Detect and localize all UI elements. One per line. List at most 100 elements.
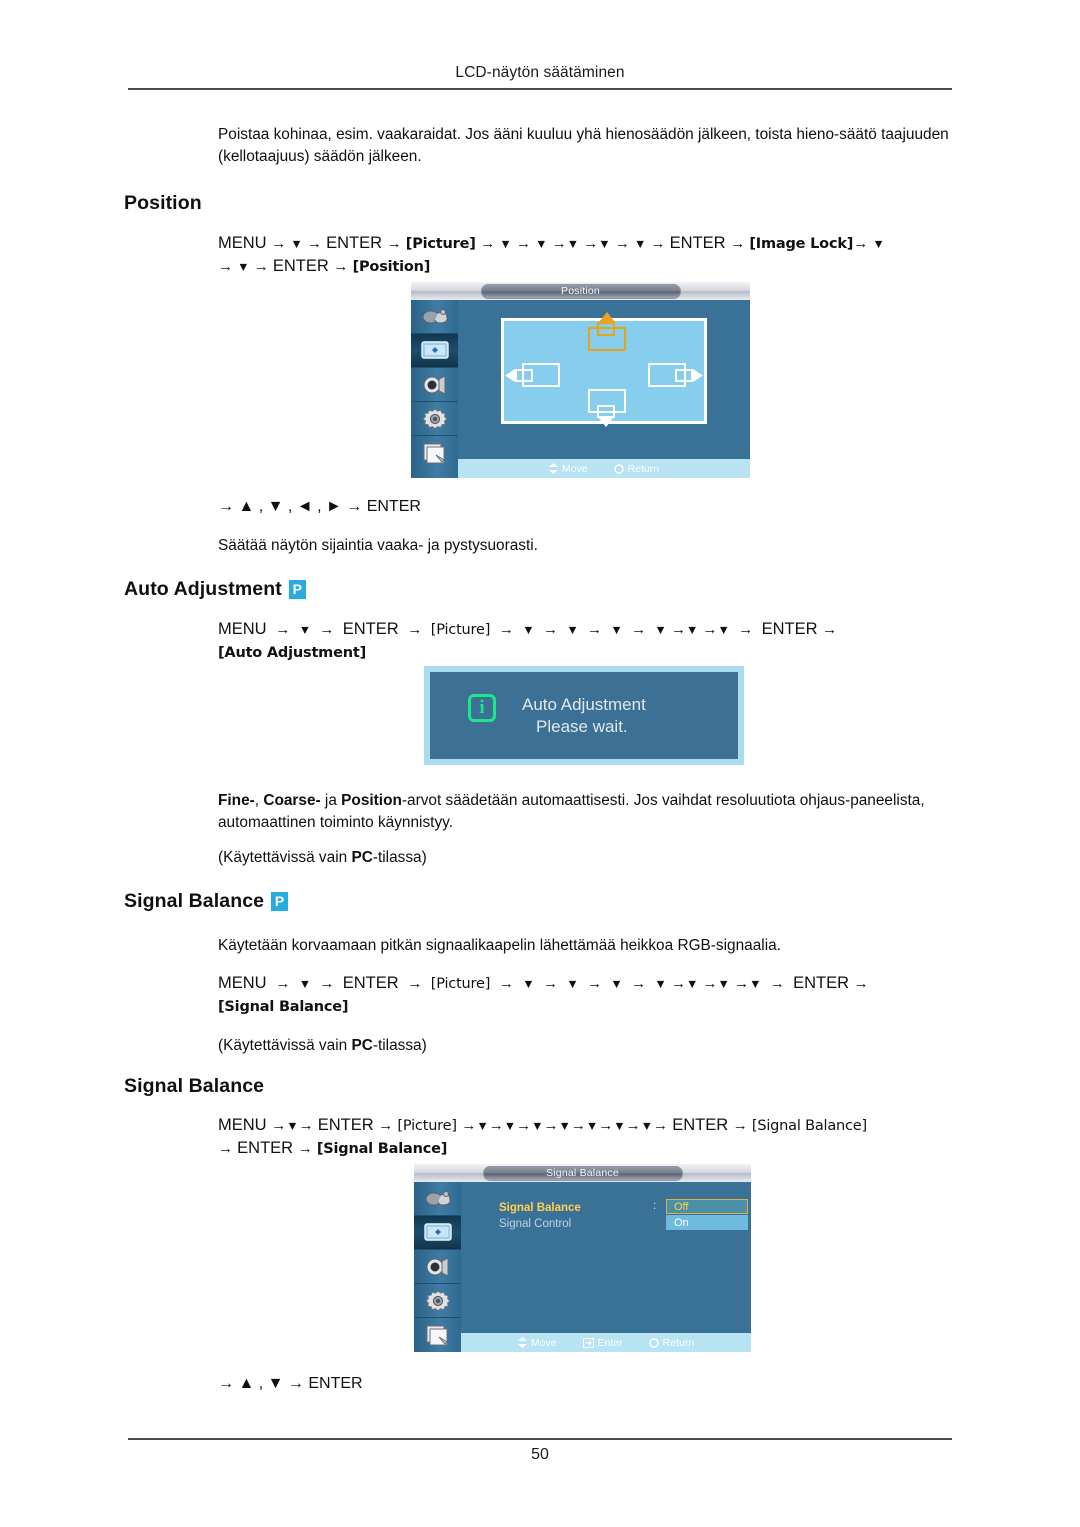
nav-path-signal-balance-1: MENU → ▼ → ENTER → [Picture] → ▼ → ▼ → ▼… [218, 972, 978, 1019]
osd-title: Signal Balance [482, 1165, 683, 1181]
down-arrow-icon: ▼ [237, 260, 250, 275]
osd-titlebar: Signal Balance [414, 1164, 751, 1182]
section-heading-signal-balance-2: Signal Balance [124, 1075, 264, 1098]
osd-sidebar-item-picture[interactable] [411, 334, 458, 368]
osd-option-on[interactable]: On [666, 1215, 748, 1230]
nav-menu-label: MENU [218, 974, 267, 992]
nav-enter-label: ENTER [793, 974, 850, 992]
arrow-icon: → [547, 235, 567, 252]
down-arrow-icon: ▼ [522, 977, 535, 991]
up-arrow-icon [599, 312, 615, 322]
auto-adjustment-note-pre: (Käytettävissä vain [218, 849, 352, 866]
osd-sidebar [411, 300, 458, 478]
osd-footer-move: Move [517, 1337, 557, 1349]
osd-titlebar: Position [411, 282, 750, 300]
auto-adjustment-paragraph: Fine-, Coarse- ja Position-arvot säädetä… [218, 790, 958, 834]
nav-enter-label: ENTER [326, 234, 382, 252]
osd-footer-return-label: Return [627, 462, 660, 475]
down-arrow-icon: ▼ [613, 1119, 626, 1133]
osd-sidebar-item-sound[interactable] [411, 368, 458, 402]
osd-footer-return: Return [648, 1337, 694, 1349]
osd-sidebar-item-setup[interactable] [414, 1284, 461, 1318]
nav-enter-label: ENTER [342, 620, 399, 638]
osd-sidebar-item-setup[interactable] [411, 402, 458, 436]
paragraph-text-b: ja [320, 792, 342, 809]
arrow-icon: → [730, 235, 750, 252]
arrow-icon: → [666, 975, 686, 992]
arrow-icon: → [579, 235, 599, 252]
arrow-icon: → [653, 1117, 673, 1134]
arrow-icon: → [494, 975, 523, 992]
down-arrow-icon: ▼ [290, 237, 303, 251]
down-arrow-icon: ▼ [717, 977, 730, 991]
osd-sidebar-item-multi-control[interactable] [411, 436, 458, 469]
nav-path-position: MENU → ▼ → ENTER → [Picture] → ▼ → ▼ →▼ … [218, 232, 978, 279]
arrow-icon: → [610, 235, 634, 252]
osd-body: Signal Balance Signal Control : Off On M… [414, 1182, 751, 1352]
osd-title: Position [480, 283, 681, 299]
nav-menu-label: MENU [218, 620, 267, 638]
nav-token-picture: [Picture] [430, 622, 491, 638]
enter-key-icon [582, 1337, 594, 1348]
osd-setting-label-signal-control[interactable]: Signal Control [499, 1216, 581, 1232]
osd-main-panel: Move Return [458, 300, 750, 478]
osd-option-off[interactable]: Off [666, 1199, 748, 1214]
nav-token-position: [Position] [352, 259, 431, 276]
arrow-icon: → [302, 235, 327, 252]
section-heading-auto-adjustment-label: Auto Adjustment [124, 578, 282, 600]
down-arrow-icon: ▼ [558, 1119, 571, 1133]
signal-balance-note-pre: (Käytettävissä vain [218, 1037, 352, 1054]
auto-adjustment-message-line1: Auto Adjustment [522, 695, 646, 714]
arrow-icon: → [543, 1117, 559, 1134]
arrow-icon: → [578, 975, 611, 992]
signal-balance-key-hint: → ▲ , ▼ → ENTER [218, 1375, 363, 1392]
pc-mode-badge-icon: P [288, 580, 306, 599]
down-arrow-icon [598, 417, 614, 427]
down-arrow-icon: ▼ [286, 1119, 299, 1133]
nav-menu-label: MENU [218, 1116, 267, 1134]
arrow-icon: → [297, 1140, 317, 1158]
down-arrow-icon: ▼ [476, 1119, 489, 1133]
osd-setting-label-signal-balance[interactable]: Signal Balance [499, 1200, 581, 1216]
arrow-icon: → [698, 975, 718, 992]
return-arrow-icon [613, 463, 624, 474]
arrow-icon: → [218, 258, 238, 276]
osd-sidebar-item-multi-control[interactable] [414, 1318, 461, 1351]
down-arrow-icon: ▼ [531, 1119, 544, 1133]
nav-enter-label: ENTER [672, 1116, 729, 1134]
nav-enter-label: ENTER [317, 1116, 374, 1134]
arrow-icon: → [249, 258, 273, 276]
arrow-icon: → [271, 235, 291, 252]
position-adjust-graphic [501, 312, 707, 427]
arrow-icon: → [378, 1117, 398, 1134]
nav-token-picture: [Picture] [405, 236, 476, 252]
move-updown-icon [517, 1337, 527, 1348]
page-number: 50 [531, 1446, 549, 1463]
down-arrow-icon: ▼ [610, 623, 623, 637]
nav-menu-label: MENU [218, 234, 267, 252]
auto-adjustment-message-line2: Please wait. [536, 717, 628, 737]
picture-monitor-icon [423, 1223, 452, 1241]
osd-sidebar-item-input[interactable] [411, 300, 458, 334]
arrow-icon: → [729, 621, 762, 638]
osd-footer: Move Return [458, 459, 750, 478]
osd-sidebar-item-picture[interactable] [414, 1216, 461, 1250]
osd-sidebar-item-sound[interactable] [414, 1250, 461, 1284]
down-arrow-icon: ▼ [598, 237, 611, 251]
osd-sidebar-item-input[interactable] [414, 1182, 461, 1216]
arrow-icon: → [622, 975, 655, 992]
multi-control-pages-icon [426, 1325, 448, 1345]
osd-setting-labels: Signal Balance Signal Control [499, 1200, 581, 1232]
down-arrow-icon: ▼ [566, 623, 579, 637]
arrow-icon: → [511, 235, 536, 252]
arrow-icon: → [516, 1117, 532, 1134]
nav-enter-label: ENTER [237, 1139, 294, 1158]
input-jack-icon [422, 308, 448, 324]
osd-footer-enter-label: Enter [597, 1336, 623, 1349]
arrow-icon: → [534, 975, 567, 992]
down-arrow-icon: ▼ [298, 977, 312, 991]
nav-token-auto-adjustment: [Auto Adjustment] [218, 645, 366, 662]
osd-footer-move: Move [548, 463, 588, 475]
bold-term-pc: PC [351, 849, 373, 866]
down-arrow-icon: ▼ [566, 977, 579, 991]
